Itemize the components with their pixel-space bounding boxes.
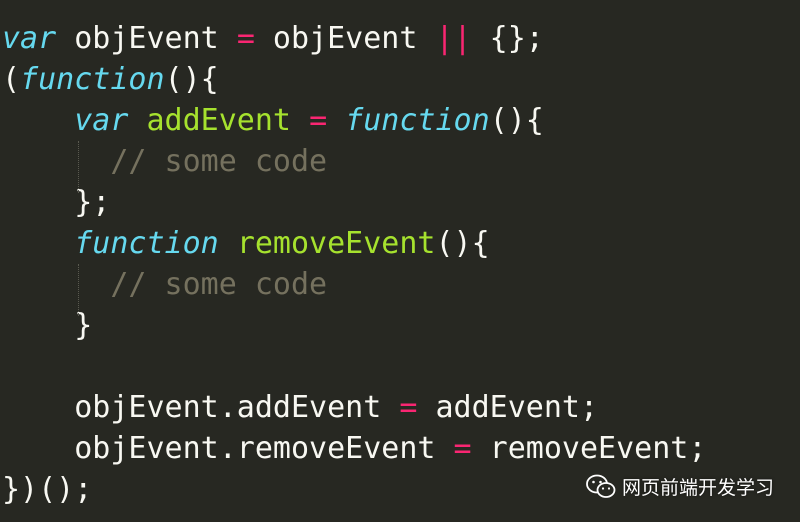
code-line: // some code <box>2 264 327 305</box>
code-line: (function(){ <box>2 59 219 100</box>
function-name-token: removeEvent <box>236 226 436 261</box>
watermark-text: 网页前端开发学习 <box>621 477 774 499</box>
code-line: var addEvent = function(){ <box>2 100 544 141</box>
operator-token: || <box>435 21 472 56</box>
code-line: }; <box>2 182 110 223</box>
code-token: }; <box>2 185 111 220</box>
code-token: addEvent; <box>417 390 599 425</box>
indent-guide <box>78 141 79 193</box>
keyword-token: var <box>2 21 57 56</box>
code-token: objEvent.removeEvent <box>2 431 454 466</box>
watermark: 网页前端开发学习 <box>586 473 774 500</box>
code-editor: var objEvent = objEvent || {}; (function(… <box>0 0 800 522</box>
keyword-token: var <box>74 103 129 138</box>
keyword-token: function <box>20 62 165 97</box>
code-token: objEvent.addEvent <box>2 390 400 425</box>
wechat-icon <box>586 474 616 500</box>
code-token: (){ <box>489 103 544 138</box>
code-token: objEvent <box>254 21 436 56</box>
code-token: })(); <box>2 472 93 507</box>
function-name-token: addEvent <box>146 103 292 138</box>
code-token: (){ <box>435 226 490 261</box>
operator-token: = <box>236 21 255 56</box>
comment-token: // some code <box>110 144 328 179</box>
operator-token: = <box>399 390 418 425</box>
code-line: objEvent.addEvent = addEvent; <box>2 387 598 428</box>
code-token: objEvent <box>56 21 237 56</box>
operator-token: = <box>453 431 472 466</box>
code-line: var objEvent = objEvent || {}; <box>2 18 544 59</box>
comment-token: // some code <box>110 267 328 302</box>
code-token: {}; <box>471 21 544 56</box>
indent-guide <box>78 264 79 316</box>
code-line: function removeEvent(){ <box>2 223 490 264</box>
operator-token: = <box>309 103 328 138</box>
code-token: (){ <box>164 62 219 97</box>
code-token: ( <box>2 62 21 97</box>
keyword-token: function <box>345 103 490 138</box>
code-line: objEvent.removeEvent = removeEvent; <box>2 428 706 469</box>
keyword-token: function <box>74 226 219 261</box>
code-token: removeEvent; <box>471 431 707 466</box>
code-line: })(); <box>2 469 92 510</box>
code-line: // some code <box>2 141 327 182</box>
